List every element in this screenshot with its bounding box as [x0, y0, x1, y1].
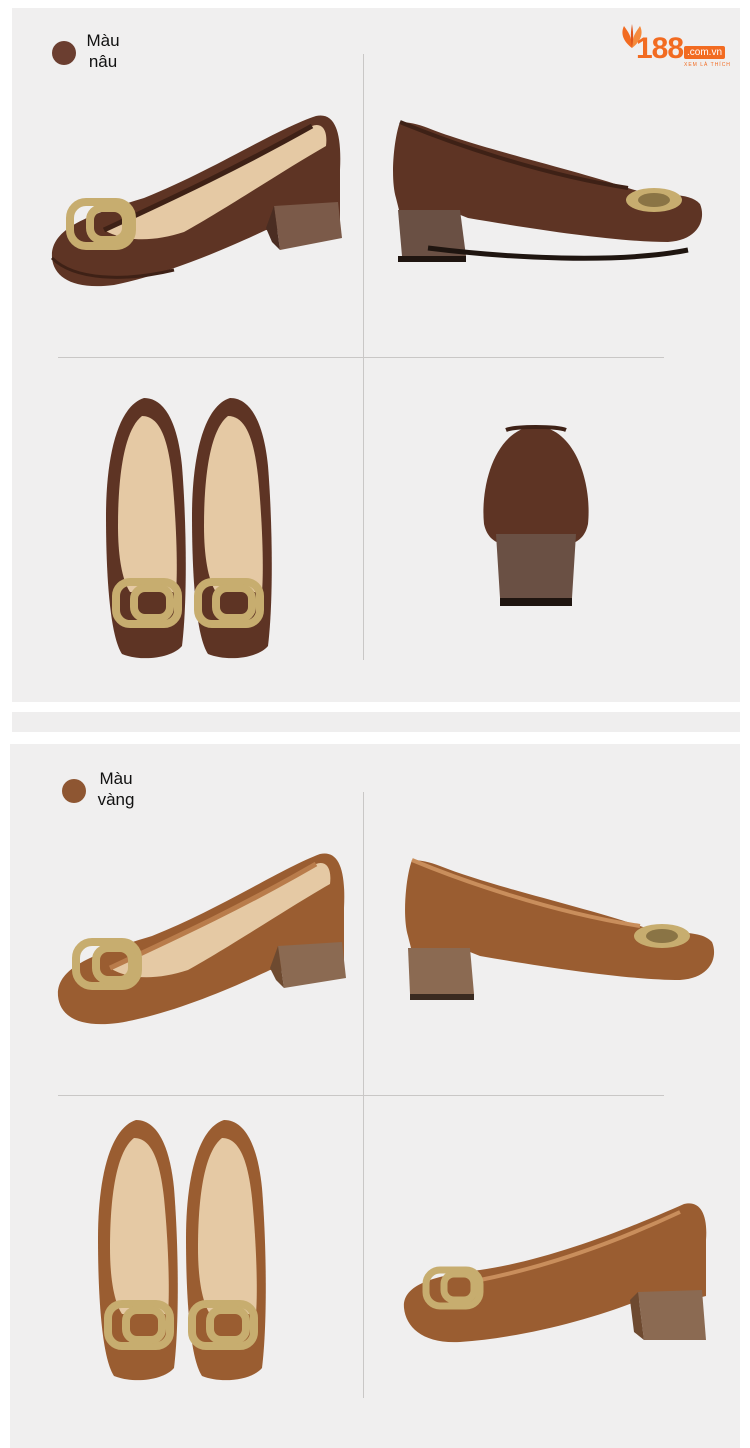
- grid-divider-horizontal: [58, 357, 664, 358]
- logo-tagline: XEM LÀ THÍCH: [684, 62, 731, 68]
- tan-shoe-top-view: [98, 1120, 266, 1381]
- section-separator: [12, 712, 740, 732]
- tan-shoe-side-view: [405, 858, 715, 1000]
- brown-shoe-angled-view: [50, 115, 342, 287]
- brown-shoe-side-view: [393, 120, 703, 262]
- swatch-label: Màu vàng: [97, 769, 135, 809]
- logo-number: 188: [636, 32, 684, 65]
- swatch-dot: [52, 41, 76, 65]
- swatch-label: Màu nâu: [86, 31, 120, 71]
- logo-domain: .com.vn: [684, 46, 726, 59]
- tan-shoe-angled-view-alt: [403, 1203, 707, 1343]
- brown-shoe-top-view: [106, 398, 272, 659]
- swatch-dot: [62, 779, 86, 803]
- grid-divider-horizontal: [58, 1095, 664, 1096]
- tan-shoe-angled-view: [57, 853, 346, 1025]
- brown-shoe-back-view: [483, 425, 589, 606]
- site-logo[interactable]: 188 .com.vn XEM LÀ THÍCH: [618, 22, 733, 70]
